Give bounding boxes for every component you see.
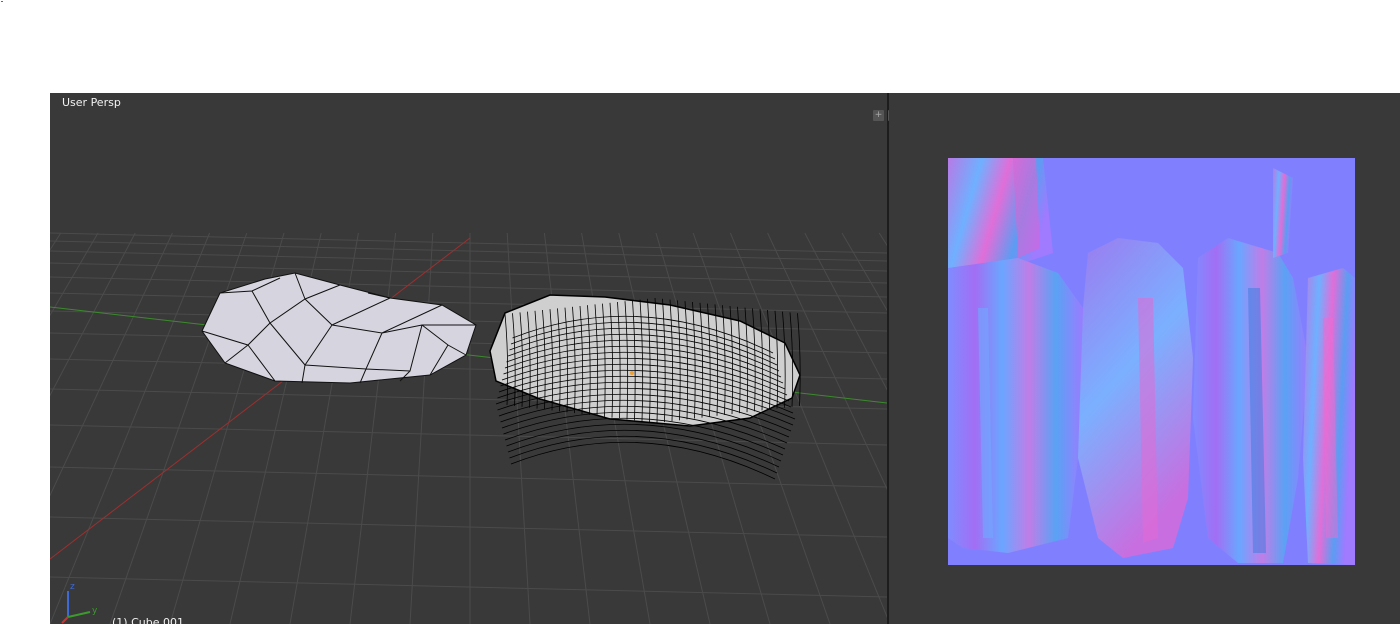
gizmo-y-label: y [92,606,98,616]
gizmo-y-axis [67,611,91,618]
view-perspective-label: User Persp [62,96,121,109]
normal-map-texture [948,158,1355,565]
corner-pixel [1,1,3,2]
axis-gizmo: z y [61,582,98,624]
gizmo-x-axis [61,616,69,624]
gizmo-z-label: z [70,582,75,592]
image-editor[interactable] [889,93,1400,624]
lowpoly-rock-mesh[interactable] [201,272,477,384]
viewport-scene [50,232,887,624]
object-origin [630,371,634,375]
floor-grid [50,232,887,624]
3d-viewport[interactable]: User Persp z y (1) Cube.001 [50,93,887,624]
area-split-handle-left[interactable]: + [873,110,884,121]
active-object-label: (1) Cube.001 [112,616,184,624]
highpoly-rock-mesh[interactable] [489,294,801,480]
